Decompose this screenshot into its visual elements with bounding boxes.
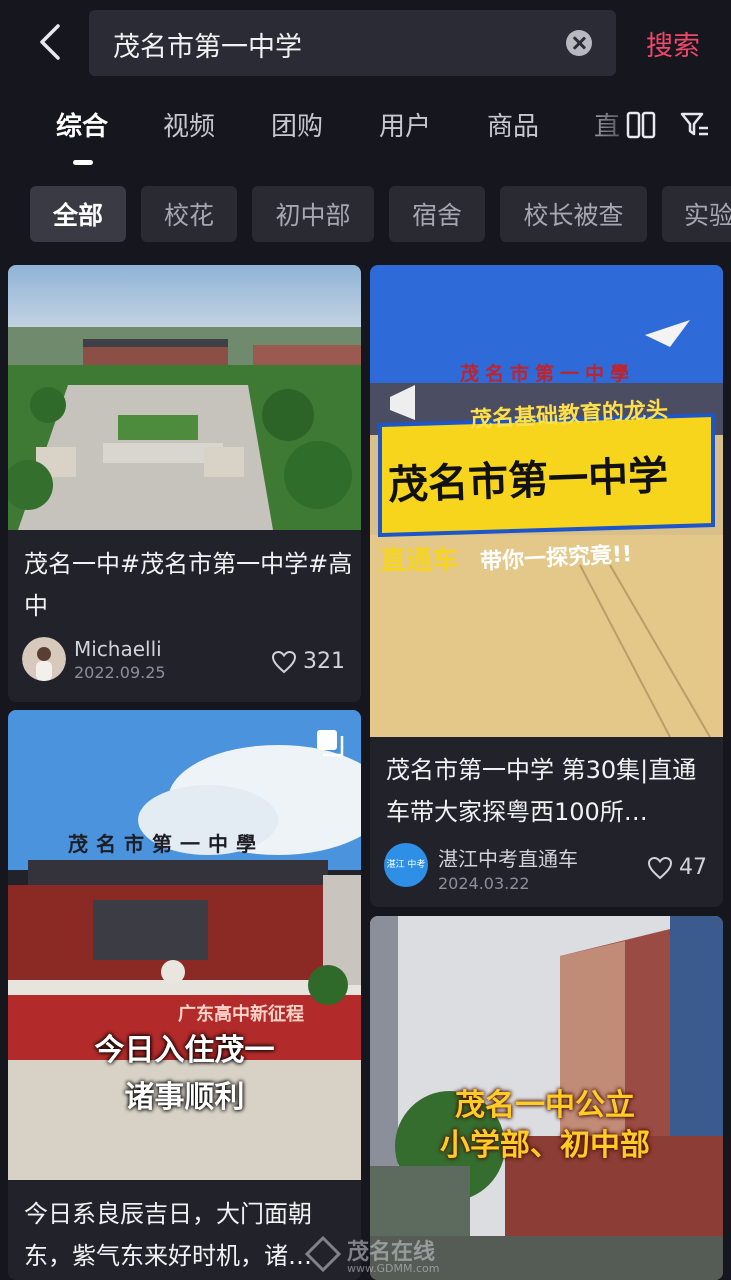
post-date: 2022.09.25: [74, 663, 166, 682]
avatar: 湛江 中考: [384, 843, 428, 887]
tab-group-buy[interactable]: 团购: [271, 106, 323, 143]
search-button[interactable]: 搜索: [646, 24, 700, 63]
overlay-sub-highlight: 直通车: [380, 546, 459, 576]
author-name: Michaelli: [74, 637, 162, 661]
tab-products[interactable]: 商品: [487, 106, 539, 143]
search-query: 茂名市第一中学: [113, 32, 302, 63]
chip-dormitory[interactable]: 宿舍: [389, 186, 485, 242]
video-card[interactable]: 茂名市第一中學 茂名基础教育的龙头 茂名市第一中学 直通车 带你一探究竟!! 茂…: [370, 265, 723, 907]
chip-junior-high[interactable]: 初中部: [252, 186, 374, 242]
filter-icon[interactable]: [680, 110, 710, 140]
tab-indicator: [73, 160, 93, 165]
tab-users[interactable]: 用户: [379, 106, 431, 143]
chip-school-belle[interactable]: 校花: [141, 186, 237, 242]
video-thumbnail: [8, 265, 361, 530]
filter-chips: 全部 校花 初中部 宿舍 校长被查 实验: [0, 186, 731, 242]
back-button[interactable]: [32, 22, 68, 62]
header: 茂名市第一中学 搜索: [0, 0, 731, 88]
watermark: 茂名在线 www.GDMM.com: [305, 1232, 485, 1280]
tab-video[interactable]: 视频: [163, 106, 215, 143]
chip-all[interactable]: 全部: [30, 186, 126, 242]
clear-icon[interactable]: [566, 30, 592, 56]
avatar: [22, 637, 66, 681]
overlay-headline: 茂名市第一中学: [387, 453, 669, 509]
heart-icon: [647, 856, 673, 879]
video-card[interactable]: 茂名市第一中學 广东高中新征程 今日入住茂一 诸事顺利 今日系良辰吉日，大门面朝…: [8, 710, 361, 1280]
chevron-left-icon: [40, 24, 60, 60]
author-info[interactable]: Michaelli 2022.09.25: [22, 637, 166, 682]
banner-text: 广东高中新征程: [178, 1004, 304, 1025]
search-input[interactable]: 茂名市第一中学: [89, 10, 616, 76]
chip-principal-investigated[interactable]: 校长被查: [500, 186, 647, 242]
overlay-line-2: 小学部、初中部: [440, 1128, 650, 1163]
video-card[interactable]: 茂名一中#茂名市第一中学#高中 Michaelli 2022.09.25 321: [8, 265, 361, 702]
video-card[interactable]: 茂名一中公立 小学部、初中部: [370, 916, 723, 1280]
watermark-logo-icon: [305, 1236, 341, 1272]
dual-column-layout-icon[interactable]: [626, 110, 656, 140]
author-info[interactable]: 湛江 中考 湛江中考直通车 2024.03.22: [384, 843, 578, 893]
post-date: 2024.03.22: [438, 874, 530, 893]
like-count[interactable]: 47: [647, 855, 707, 880]
school-sign-text: 茂名市第一中學: [460, 363, 636, 385]
overlay-line-1: 今日入住茂一: [94, 1033, 275, 1068]
like-count[interactable]: 321: [271, 649, 345, 674]
chip-experiment[interactable]: 实验: [662, 186, 731, 242]
like-number: 321: [303, 649, 345, 674]
like-number: 47: [679, 855, 707, 880]
multi-image-icon: [317, 730, 344, 757]
watermark-url: www.GDMM.com: [347, 1262, 440, 1275]
category-tabs: 综合 视频 团购 用户 商品 直: [0, 96, 731, 172]
school-sign-text: 茂名市第一中學: [68, 832, 264, 856]
card-title: 茂名一中#茂名市第一中学#高中: [24, 550, 353, 620]
overlay-line-2: 诸事顺利: [124, 1080, 245, 1115]
card-title: 茂名市第一中学 第30集|直通车带大家探粤西100所…: [386, 756, 697, 826]
overlay-line-1: 茂名一中公立: [455, 1088, 635, 1123]
tab-overall[interactable]: 综合: [56, 106, 108, 143]
author-name: 湛江中考直通车: [438, 847, 578, 871]
heart-icon: [271, 650, 297, 673]
